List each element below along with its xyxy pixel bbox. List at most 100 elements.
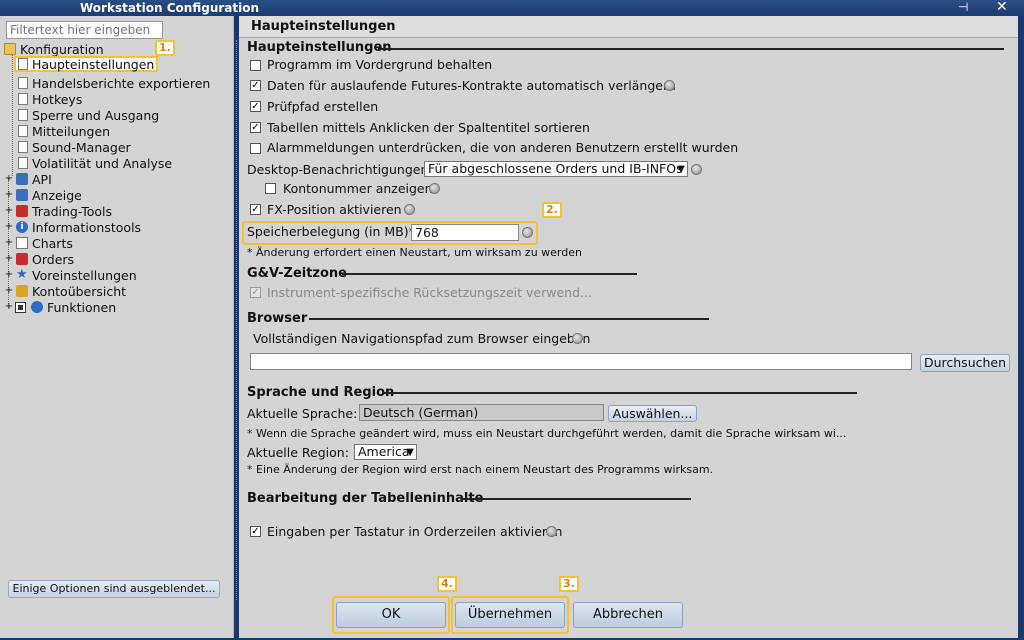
tree-root-konfiguration[interactable]: Konfiguration [4,41,104,57]
tree-item-sound-manager[interactable]: Sound-Manager [18,139,131,155]
expand-icon[interactable]: + [4,222,14,232]
cancel-button[interactable]: Abbrechen [573,602,683,628]
panel-header: Haupteinstellungen [239,16,1018,38]
browser-path-input[interactable] [250,353,912,370]
page-icon [18,157,28,169]
close-icon[interactable]: ✕ [996,0,1008,15]
info-icon[interactable] [429,183,440,194]
checkbox-audit-trail[interactable]: ✓ [250,101,261,112]
label-current-language: Aktuelle Sprache: [247,406,358,421]
select-language-button[interactable]: Auswählen... [608,405,697,422]
info-tools-icon: i [16,221,28,233]
info-icon[interactable] [522,227,533,238]
tree-item-volatilitaet[interactable]: Volatilität und Analyse [18,155,172,171]
tree-item-label: Sound-Manager [32,139,131,155]
expand-icon[interactable]: + [4,254,14,264]
tree-item-sperre[interactable]: Sperre und Ausgang [18,107,159,123]
tree-item-hotkeys[interactable]: Hotkeys [18,91,82,107]
splitter[interactable] [236,40,237,600]
page-icon [18,93,28,105]
expand-icon[interactable]: + [4,286,14,296]
hidden-options-button[interactable]: Einige Optionen sind ausgeblendet... [8,580,220,598]
expand-icon[interactable]: + [4,206,14,216]
section-title-browser: Browser [247,311,308,326]
section-divider [378,48,1004,50]
info-icon[interactable] [546,526,557,537]
label-foreground: Programm im Vordergrund behalten [267,57,493,72]
tree-group-orders[interactable]: + Orders [4,251,74,267]
label-fx-position: FX-Position aktivieren [267,202,402,217]
filter-input[interactable] [6,21,163,39]
orders-icon [16,253,28,265]
region-value: America [358,444,410,459]
expand-icon[interactable]: + [4,238,14,248]
functions-icon [15,301,26,313]
info-icon[interactable] [691,164,702,175]
ok-button[interactable]: OK [336,602,446,628]
label-sort-columns: Tabellen mittels Anklicken der Spaltenti… [267,120,590,135]
label-keyboard-entry: Eingaben per Tastatur in Orderzeilen akt… [267,524,563,539]
tree-group-api[interactable]: + API [4,171,52,187]
functions-globe-icon [31,301,43,313]
checkbox-fx-position[interactable]: ✓ [250,204,261,215]
section-divider [461,498,691,500]
checkbox-account-number[interactable] [265,183,276,194]
tree-group-label: Trading-Tools [32,203,113,219]
label-browser-path: Vollständigen Navigationspfad zum Browse… [253,331,591,346]
tree-group-kontouebersicht[interactable]: + Kontoübersicht [4,283,126,299]
tree-item-haupteinstellungen[interactable]: Haupteinstellungen [14,56,159,72]
section-title-general: Haupteinstellungen [247,40,392,55]
dropdown-arrow-icon: ▼ [677,164,685,175]
tree-group-funktionen[interactable]: + Funktionen [4,299,116,315]
folder-icon [4,43,16,55]
expand-icon[interactable]: + [4,190,14,200]
tree-group-informationstools[interactable]: + i Informationstools [4,219,141,235]
callout-4: 4. [437,576,457,592]
api-icon [16,173,28,185]
tree-group-charts[interactable]: + Charts [4,235,73,251]
page-icon [18,141,28,153]
sidebar: Konfiguration Haupteinstellungen Handels… [0,16,234,638]
pin-icon[interactable]: ⊣ [958,0,968,14]
memory-input[interactable]: 768 [411,224,519,241]
desktop-notifications-select[interactable]: Für abgeschlossene Orders und IB-INFOs ▼ [424,161,688,177]
browse-button[interactable]: Durchsuchen [920,354,1010,372]
checkbox-foreground[interactable] [250,60,261,71]
info-icon[interactable] [572,333,583,344]
tree-line [12,54,13,176]
info-icon[interactable] [664,80,675,91]
tree-group-label: API [32,171,52,187]
region-select[interactable]: America ▼ [354,444,417,460]
tree-group-trading-tools[interactable]: + Trading-Tools [4,203,112,219]
checkbox-reset-time[interactable]: ✓ [250,287,261,298]
page-icon [18,58,28,70]
tree-group-anzeige[interactable]: + Anzeige [4,187,82,203]
checkbox-futures-rollover[interactable]: ✓ [250,80,261,91]
chart-icon [16,237,28,249]
checkbox-suppress-alarms[interactable] [250,143,261,154]
label-desktop-notifications: Desktop-Benachrichtigungen [247,162,429,177]
tree-group-voreinstellungen[interactable]: + ★ Voreinstellungen [4,267,137,283]
tree-item-handelsberichte[interactable]: Handelsberichte exportieren [18,75,210,91]
tree-item-label: Haupteinstellungen [32,56,155,72]
checkbox-sort-columns[interactable]: ✓ [250,122,261,133]
info-icon[interactable] [404,204,415,215]
section-divider [309,318,709,320]
section-divider [342,273,637,275]
expand-icon[interactable]: + [4,174,14,184]
tree-item-mitteilungen[interactable]: Mitteilungen [18,123,110,139]
account-icon [16,285,28,297]
apply-button[interactable]: Übernehmen [455,602,565,628]
page-icon [18,109,28,121]
expand-icon[interactable]: + [4,270,14,280]
label-memory: Speicherbelegung (in MB)* [247,224,415,239]
window-title: Workstation Configuration [80,1,260,15]
star-icon: ★ [16,267,28,282]
section-title-language: Sprache und Region [247,385,395,400]
checkbox-keyboard-entry[interactable]: ✓ [250,526,261,537]
expand-icon[interactable]: + [4,302,14,312]
dropdown-arrow-icon: ▼ [406,447,414,458]
section-title-table-edit: Bearbeitung der Tabelleninhalte [247,491,484,506]
label-current-region: Aktuelle Region: [247,445,349,460]
tree-item-label: Volatilität und Analyse [32,155,173,171]
